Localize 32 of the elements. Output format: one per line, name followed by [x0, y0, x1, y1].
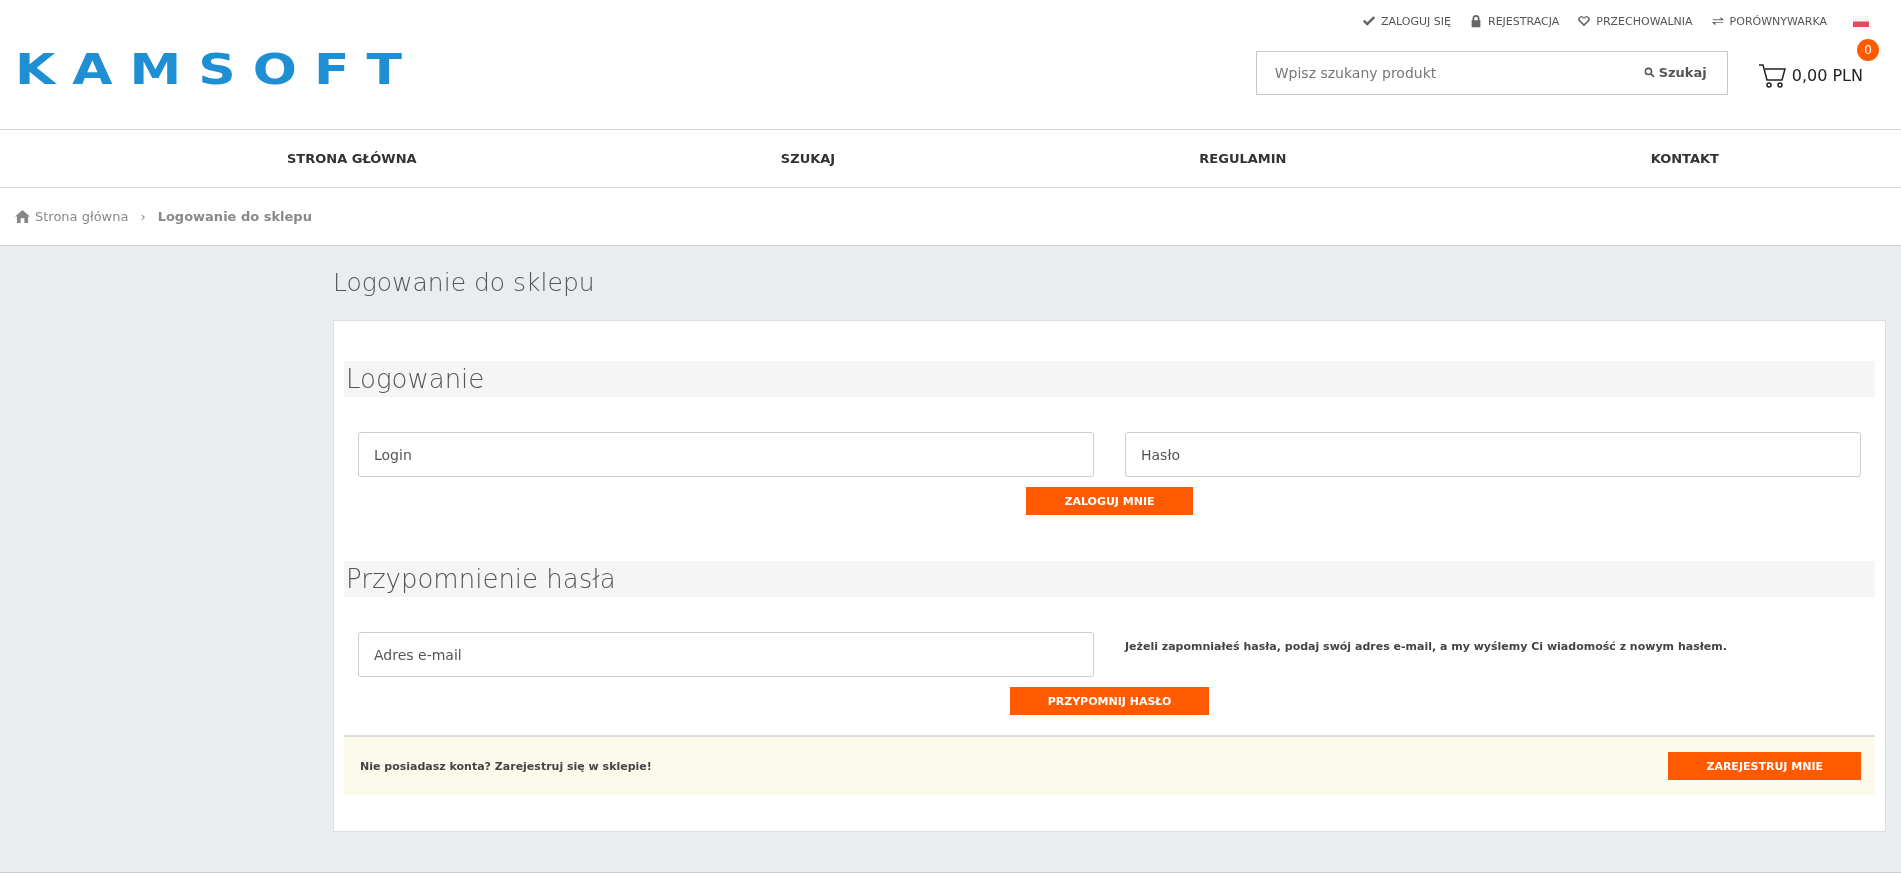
flag-icon[interactable]: [1853, 15, 1869, 27]
check-icon: [1362, 14, 1377, 28]
breadcrumb-separator: ›: [140, 209, 146, 224]
search-field[interactable]: Wpisz szukany produkt Szukaj: [1255, 50, 1728, 95]
register-text: Nie posiadasz konta? Zarejestruj się w sklepie!: [360, 759, 652, 773]
input-field[interactable]: Hasło: [1125, 432, 1861, 477]
reminder-note: Jeżeli zapomniałeś hasła, podaj swój adres e-mail, a my wyślemy Ci wiadomość z nowym hasłem.: [1125, 640, 1728, 655]
cart-total: 0,00 PLN: [1791, 66, 1863, 85]
section-heading: Logowanie: [344, 361, 1875, 397]
top-link[interactable]: REJESTRACJA: [1469, 14, 1560, 28]
nav-link[interactable]: SZUKAJ: [780, 151, 836, 166]
cart-icon: [1757, 62, 1788, 89]
lock-icon: [1469, 14, 1483, 28]
nav-link[interactable]: KONTAKT: [1650, 151, 1719, 166]
logo[interactable]: KAMSOFT: [15, 47, 419, 90]
home-icon: [15, 210, 30, 223]
breadcrumb-link[interactable]: Strona główna: [15, 209, 129, 224]
nav-link[interactable]: STRONA GŁÓWNA: [287, 151, 417, 166]
email-field[interactable]: Adres e-mail: [358, 632, 1094, 677]
cart-link[interactable]: 0,00 PLN: [1757, 62, 1863, 89]
input-field[interactable]: Login: [358, 432, 1094, 477]
nav-link[interactable]: REGULAMIN: [1199, 151, 1287, 166]
page-title: Logowanie do sklepu: [333, 268, 596, 299]
top-link[interactable]: PRZECHOWALNIA: [1577, 14, 1693, 28]
top-link[interactable]: ZALOGUJ SIĘ: [1362, 14, 1451, 28]
heart-icon: [1577, 14, 1592, 28]
breadcrumb-current: Logowanie do sklepu: [157, 209, 312, 224]
top-link[interactable]: PORÓWNYWARKA: [1710, 14, 1827, 28]
search-icon: [1643, 67, 1655, 78]
cart-count-badge: 0: [1857, 38, 1879, 61]
search-button[interactable]: Szukaj: [1637, 64, 1713, 81]
section-heading: Przypomnienie hasła: [344, 561, 1875, 597]
